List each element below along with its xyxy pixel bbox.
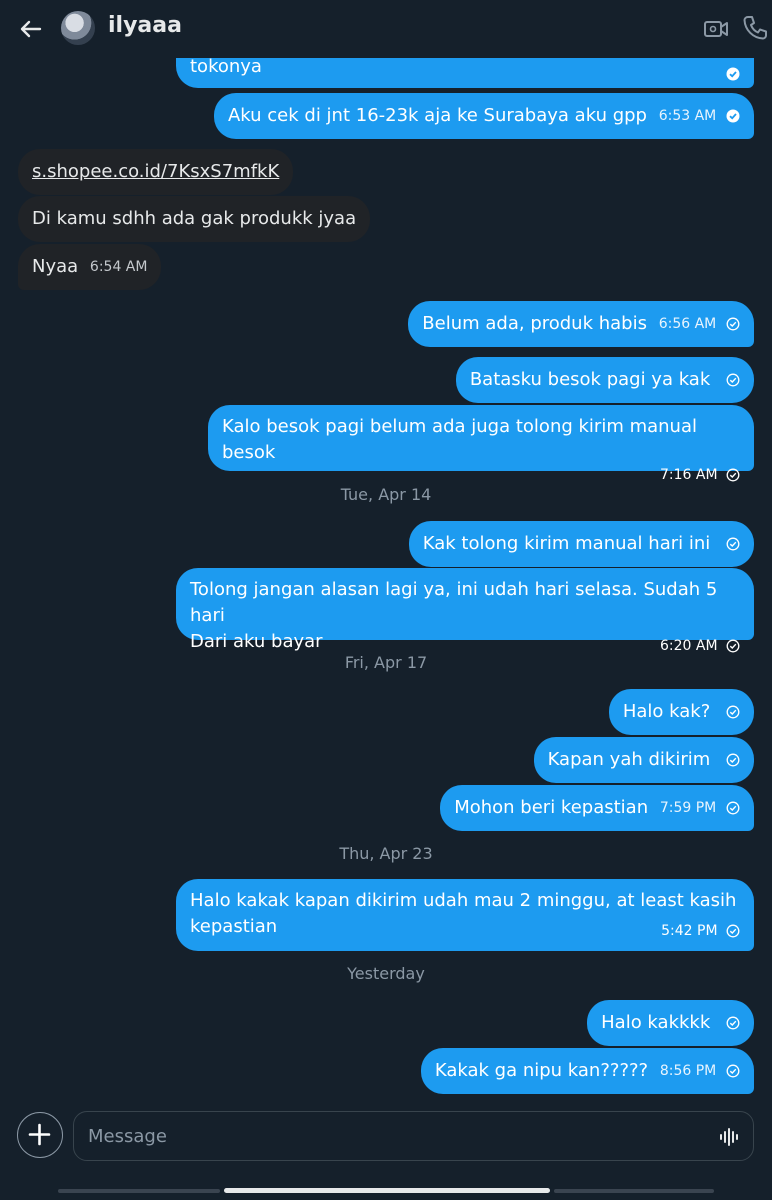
message-text: Kakak ga nipu kan????? (434, 1060, 649, 1081)
message-bubble[interactable]: Kakak ga nipu kan????? 8:56 PM (420, 1048, 754, 1094)
page-title[interactable]: ilyaaa (108, 13, 182, 38)
message-text: Kalo besok pagi belum ada juga tolong ki… (222, 416, 697, 463)
message-text: Nyaa (32, 256, 79, 277)
system-nav-bar (554, 1189, 714, 1193)
message-bubble[interactable]: Kak tolong kirim manual hari ini (408, 521, 754, 567)
message-meta: 5:42 PM (661, 918, 740, 944)
message-bubble[interactable]: Aku cek di jnt 16-23k aja ke Surabaya ak… (213, 93, 754, 139)
message-text: Mohon beri kepastian (454, 797, 649, 818)
message-time: 6:56 AM (658, 316, 717, 332)
voice-message-button[interactable] (718, 1126, 740, 1148)
message-bubble[interactable]: Nyaa 6:54 AM (18, 244, 162, 290)
message-time: 6:20 AM (660, 638, 718, 654)
message-field[interactable] (73, 1111, 754, 1161)
message-bubble[interactable]: Kalo besok pagi belum ada juga tolong ki… (208, 405, 754, 483)
message-bubble[interactable]: Halo kakak kapan dikirim udah mau 2 ming… (176, 879, 754, 951)
message-text-line: kepastian (190, 916, 278, 937)
message-bubble[interactable]: Belum ada, produk habis 6:56 AM (408, 301, 754, 347)
add-attachment-button[interactable] (17, 1112, 63, 1158)
phone-icon (743, 16, 767, 40)
date-separator: Yesterday (347, 964, 425, 983)
back-arrow-icon (20, 20, 42, 38)
message-time: 6:53 AM (658, 108, 717, 124)
sent-check-icon (726, 537, 740, 551)
message-text-line: Halo kakak kapan dikirim udah mau 2 ming… (190, 890, 737, 911)
message-time: 8:56 PM (659, 1063, 717, 1079)
message-text-line: Dari aku bayar (190, 631, 323, 652)
gesture-handle[interactable] (224, 1188, 550, 1193)
message-text: Kak tolong kirim manual hari ini (422, 533, 711, 554)
system-nav-bar (58, 1189, 220, 1193)
sent-check-icon (726, 924, 740, 938)
message-text: Halo kak? (622, 701, 711, 722)
message-text-line: Tolong jangan alasan lagi ya, ini udah h… (190, 579, 718, 626)
message-bubble[interactable]: Tolong jangan alasan lagi ya, ini udah h… (176, 568, 754, 654)
message-bubble[interactable]: Halo kakkkk (587, 1000, 754, 1046)
message-bubble[interactable]: Batasku besok pagi ya kak (455, 357, 754, 403)
sent-check-icon (726, 1016, 740, 1030)
message-text: Aku cek di jnt 16-23k aja ke Surabaya ak… (227, 105, 647, 126)
message-text: Batasku besok pagi ya kak (469, 369, 711, 390)
voice-call-button[interactable] (740, 13, 770, 43)
sent-check-icon (726, 753, 740, 767)
message-bubble[interactable]: Mohon beri kepastian 7:59 PM (440, 785, 754, 831)
voice-wave-icon (720, 1128, 738, 1146)
message-text: Belum ada, produk habis (422, 313, 647, 334)
date-separator: Fri, Apr 17 (344, 653, 428, 672)
chat-header: ilyaaa (0, 0, 772, 58)
message-text: Halo kakkkk (601, 1012, 711, 1033)
sent-check-icon (726, 468, 740, 482)
message-time: 7:59 PM (659, 800, 717, 816)
message-text: Kapan yah dikirim (547, 749, 711, 770)
video-call-button[interactable] (702, 15, 730, 43)
back-button[interactable] (16, 14, 46, 44)
message-bubble[interactable]: Di kamu sdhh ada gak produkk jyaa (18, 196, 371, 242)
message-composer (0, 1105, 772, 1200)
message-bubble[interactable]: Halo kak? (608, 689, 754, 735)
sent-check-icon (726, 705, 740, 719)
chat-thread[interactable]: tokonya Aku cek di jnt 16-23k aja ke Sur… (0, 0, 772, 1105)
message-bubble[interactable]: s.shopee.co.id/7KsxS7mfkK (18, 149, 294, 195)
sent-check-icon (726, 639, 740, 653)
sent-check-icon (726, 1064, 740, 1078)
message-input[interactable] (88, 1124, 688, 1148)
message-link[interactable]: s.shopee.co.id/7KsxS7mfkK (32, 159, 279, 185)
message-time: 5:42 PM (661, 923, 718, 939)
date-separator: Tue, Apr 14 (340, 485, 432, 504)
plus-icon (28, 1123, 51, 1146)
read-check-icon (726, 109, 740, 123)
avatar[interactable] (61, 11, 95, 45)
date-separator: Thu, Apr 23 (339, 844, 433, 863)
read-check-icon (726, 67, 740, 81)
sent-check-icon (726, 373, 740, 387)
message-time: 7:16 AM (660, 467, 718, 483)
message-text: Di kamu sdhh ada gak produkk jyaa (32, 208, 357, 229)
sent-check-icon (726, 317, 740, 331)
message-time: 6:54 AM (89, 259, 148, 275)
message-bubble[interactable]: Kapan yah dikirim (533, 737, 754, 783)
message-meta: 7:16 AM (222, 466, 740, 484)
video-camera-icon (704, 21, 728, 37)
sent-check-icon (726, 801, 740, 815)
